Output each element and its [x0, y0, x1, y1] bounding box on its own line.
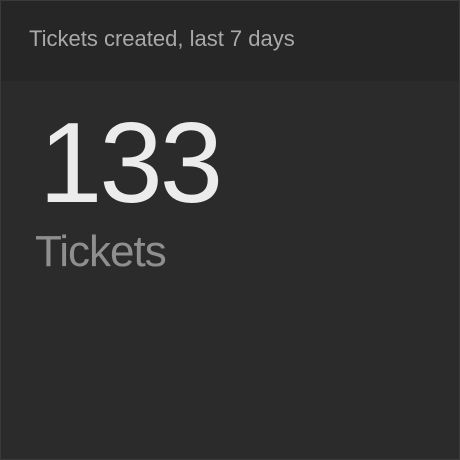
- metric-unit-label: Tickets: [35, 227, 167, 276]
- widget-title: Tickets created, last 7 days: [29, 26, 295, 51]
- ticket-count-widget: Tickets created, last 7 days 133 Tickets: [0, 0, 460, 460]
- metric-value: 133: [39, 100, 223, 227]
- widget-header: Tickets created, last 7 days: [1, 1, 459, 81]
